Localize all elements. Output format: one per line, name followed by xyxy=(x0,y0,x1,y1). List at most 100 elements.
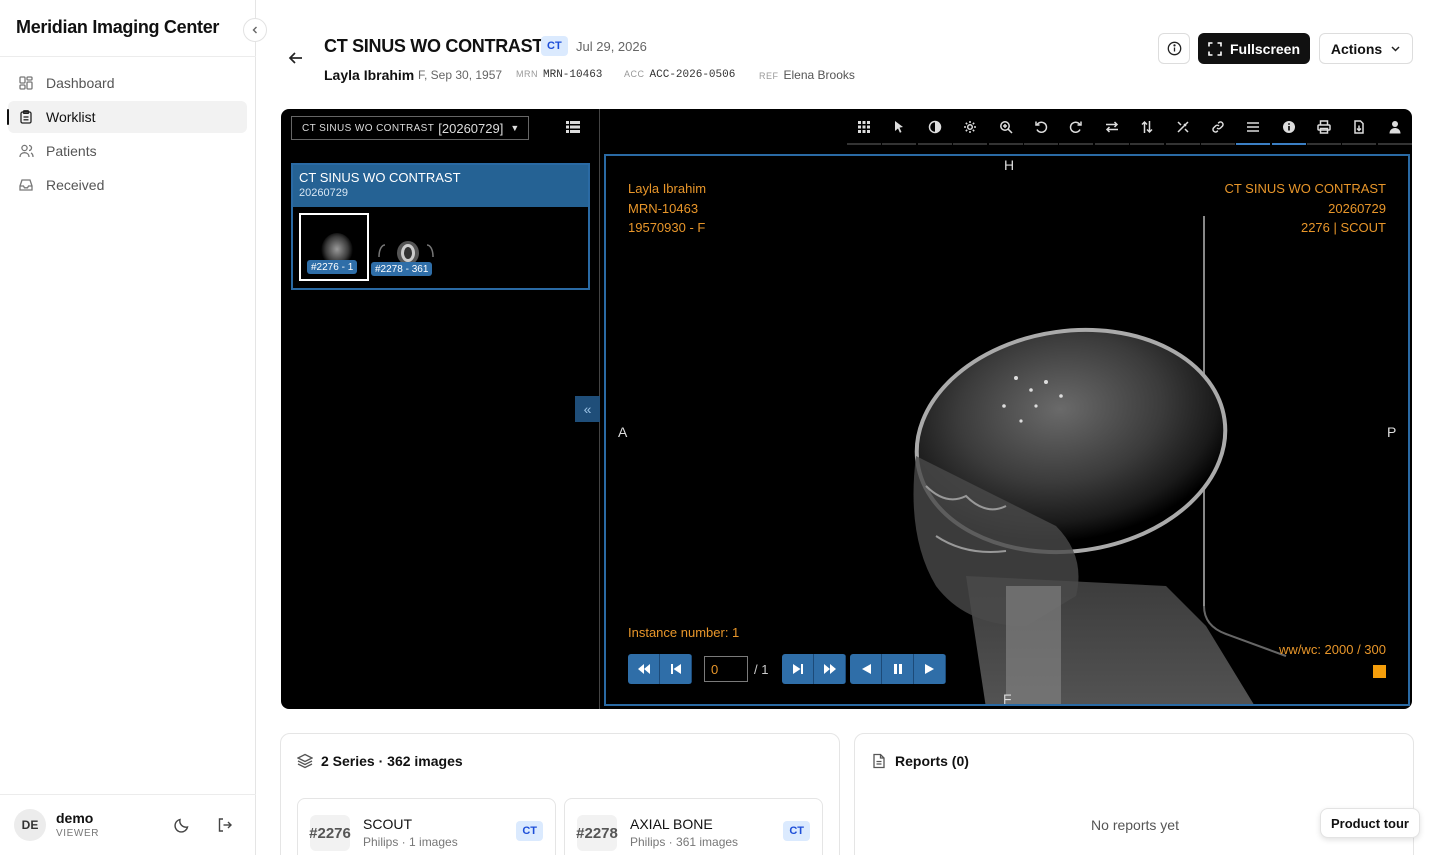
rotate-left-icon xyxy=(1035,121,1048,133)
info-button[interactable] xyxy=(1158,33,1190,64)
series-panel: CT SINUS WO CONTRAST [20260729] ▼ CT SIN… xyxy=(281,109,600,709)
product-tour-button[interactable]: Product tour xyxy=(1320,808,1420,838)
modality-badge: CT xyxy=(541,36,568,56)
fullscreen-label: Fullscreen xyxy=(1229,40,1301,57)
actions-button[interactable]: Actions xyxy=(1319,33,1413,64)
sidebar-item-label: Received xyxy=(46,177,105,193)
info-icon xyxy=(1167,41,1181,56)
acc-value: ACC-2026-0506 xyxy=(649,69,736,81)
link-icon xyxy=(1212,121,1224,133)
sidebar-item-patients[interactable]: Patients xyxy=(8,135,247,167)
patient-name: Layla Ibrahim xyxy=(324,67,415,83)
avatar[interactable]: DE xyxy=(14,809,46,841)
mrn-field: MRN MRN-10463 xyxy=(516,69,602,81)
sidebar-item-dashboard[interactable]: Dashboard xyxy=(8,67,247,99)
tool-print[interactable] xyxy=(1307,111,1342,145)
pointer-icon xyxy=(895,121,904,133)
series-item[interactable]: #2278 AXIAL BONE Philips · 361 images CT xyxy=(564,798,823,855)
overlay-mrn: MRN-10463 xyxy=(628,200,699,216)
study-card-header: CT SINUS WO CONTRAST 20260729 xyxy=(293,165,588,207)
sidebar-item-label: Dashboard xyxy=(46,75,115,91)
tool-pointer[interactable] xyxy=(882,111,917,145)
study-select[interactable]: CT SINUS WO CONTRAST [20260729] ▼ xyxy=(291,116,529,140)
dashboard-icon xyxy=(18,75,34,91)
panel-collapse-button[interactable]: « xyxy=(575,396,600,422)
series-card: 2 Series · 362 images #2276 SCOUT Philip… xyxy=(280,733,840,855)
frame-number-input[interactable] xyxy=(704,656,748,682)
series-number: #2276 xyxy=(309,815,351,851)
chevron-left-icon xyxy=(252,26,257,34)
series-meta: Philips · 361 images xyxy=(630,835,739,849)
page-title: CT SINUS WO CONTRAST xyxy=(324,36,543,56)
tool-zoom[interactable] xyxy=(988,111,1023,145)
tool-measure[interactable] xyxy=(1165,111,1200,145)
series-thumbnail[interactable]: #2276 - 1 xyxy=(299,213,369,281)
play-icon xyxy=(924,664,934,674)
tool-user[interactable] xyxy=(1377,111,1412,145)
last-frame-button[interactable] xyxy=(814,654,847,684)
tool-settings[interactable] xyxy=(953,111,988,145)
step-forward-icon xyxy=(792,664,803,674)
overlay-dob-sex: 19570930 - F xyxy=(628,220,706,235)
first-frame-button[interactable] xyxy=(628,654,660,684)
info-icon xyxy=(1282,121,1295,133)
download-icon xyxy=(1354,120,1365,134)
orientation-right: P xyxy=(1387,424,1397,440)
overlay-patient-name: Layla Ibrahim xyxy=(628,181,707,196)
acc-label: ACC xyxy=(624,69,645,79)
series-description: SCOUT xyxy=(363,816,412,832)
viewer-toolbar xyxy=(847,111,1412,145)
sidebar-collapse-button[interactable] xyxy=(243,18,267,42)
mrn-value: MRN-10463 xyxy=(543,69,603,81)
app-title: Meridian Imaging Center xyxy=(16,17,220,37)
frame-total: / 1 xyxy=(754,661,769,677)
sidebar-item-received[interactable]: Received xyxy=(8,169,247,201)
tool-contrast[interactable] xyxy=(917,111,952,145)
status-indicator xyxy=(1373,665,1386,678)
series-item[interactable]: #2276 SCOUT Philips · 1 images CT xyxy=(297,798,556,855)
back-button[interactable] xyxy=(286,48,306,68)
tool-info[interactable] xyxy=(1271,111,1306,145)
image-viewport[interactable]: Layla Ibrahim MRN-10463 19570930 - F CT … xyxy=(604,154,1410,706)
prev-frame-button[interactable] xyxy=(660,654,692,684)
study-date: Jul 29, 2026 xyxy=(576,39,647,54)
tool-layout[interactable] xyxy=(847,111,881,145)
orientation-left: A xyxy=(618,424,628,440)
layers-icon xyxy=(297,753,313,769)
overlay-window-level: ww/wc: 2000 / 300 xyxy=(1279,642,1386,657)
tool-rotate-left[interactable] xyxy=(1023,111,1058,145)
person-icon xyxy=(1389,121,1401,134)
series-list-toggle[interactable] xyxy=(565,119,581,135)
ref-value: Elena Brooks xyxy=(783,68,855,82)
play-button[interactable] xyxy=(914,654,947,684)
pause-button[interactable] xyxy=(882,654,915,684)
sidebar-item-label: Patients xyxy=(46,143,97,159)
play-reverse-icon xyxy=(861,664,871,674)
theme-toggle-button[interactable] xyxy=(173,816,191,834)
arrow-left-icon xyxy=(288,52,302,64)
tool-flip-vertical[interactable] xyxy=(1130,111,1165,145)
fullscreen-button[interactable]: Fullscreen xyxy=(1198,33,1310,64)
grid-icon xyxy=(858,121,870,133)
contrast-icon xyxy=(928,120,942,134)
overlay-series-info: 2276 | SCOUT xyxy=(1300,220,1386,235)
play-reverse-button[interactable] xyxy=(850,654,883,684)
sidebar-item-label: Worklist xyxy=(46,109,96,125)
sidebar-item-worklist[interactable]: Worklist xyxy=(7,101,247,133)
tool-menu[interactable] xyxy=(1236,111,1271,145)
list-icon xyxy=(566,121,580,133)
sidebar: Meridian Imaging Center Dashboard Workli… xyxy=(0,0,256,855)
tool-rotate-right[interactable] xyxy=(1059,111,1094,145)
users-icon xyxy=(18,143,34,159)
sidebar-divider xyxy=(0,56,256,57)
tool-flip-horizontal[interactable] xyxy=(1094,111,1129,145)
tool-link[interactable] xyxy=(1200,111,1235,145)
zoom-icon xyxy=(999,121,1013,134)
study-card[interactable]: CT SINUS WO CONTRAST 20260729 #2276 - 1 xyxy=(291,163,590,290)
series-thumbnail[interactable]: #2278 - 361 xyxy=(371,213,441,281)
rotate-right-icon xyxy=(1070,121,1083,133)
logout-button[interactable] xyxy=(216,816,234,834)
gear-icon xyxy=(964,121,977,133)
tool-download[interactable] xyxy=(1342,111,1377,145)
next-frame-button[interactable] xyxy=(782,654,815,684)
